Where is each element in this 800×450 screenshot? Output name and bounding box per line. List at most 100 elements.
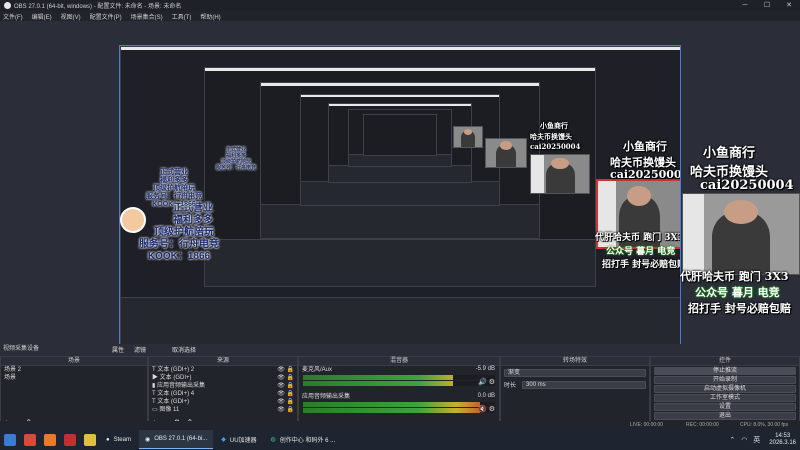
rec-status: REC: 00:00:00 (686, 422, 719, 428)
avatar (120, 207, 146, 233)
duration-input[interactable]: 300 ms (522, 380, 646, 389)
clock[interactable]: 14:53 2026.3.16 (769, 433, 796, 447)
visibility-icon[interactable]: 👁 🔒 (277, 398, 294, 406)
duration-row: 时长 300 ms (501, 378, 649, 391)
stop-stream-button[interactable]: 停止推流 (654, 367, 796, 375)
transitions-title: 转场特效 (501, 357, 649, 366)
sources-title: 来源 (149, 357, 297, 366)
window-titlebar: OBS 27.0.1 (64-bit, windows) - 配置文件: 未命名… (0, 0, 800, 11)
mixer-controls: 🔇 ⚙ (478, 405, 495, 413)
ime-indicator[interactable]: 英 (753, 435, 760, 445)
app-icon[interactable] (44, 433, 56, 446)
gear-icon[interactable]: ⚙ (489, 406, 495, 413)
minimize-icon[interactable]: ─ (734, 0, 756, 11)
promo-badge: 正式营业 福利多多 顶级护航陪玩 服务号：行舟电竞 KOOK：1866 (120, 203, 238, 263)
uu-icon: ◆ (221, 437, 226, 443)
menu-view[interactable]: 视图(V) (61, 12, 81, 21)
menu-tools[interactable]: 工具(T) (172, 12, 192, 21)
window-title: OBS 27.0.1 (64-bit, windows) - 配置文件: 未命名… (14, 4, 182, 10)
menu-edit[interactable]: 编辑(E) (32, 12, 52, 21)
badge-line-5: KOOK：1866 (147, 251, 211, 262)
mute-icon[interactable]: 🔇 (478, 406, 487, 413)
promo-copy-line-2: 公众号 暮月 电竞 (606, 247, 676, 257)
source-toolbar: 属性 滤镜 取消选择 (112, 345, 196, 354)
filters-button[interactable]: 滤镜 (134, 345, 146, 354)
badge-line-4: 服务号：行舟电竞 (139, 239, 219, 250)
gear-icon[interactable]: ⚙ (489, 379, 495, 386)
visibility-icon[interactable]: 👁 🔒 (277, 390, 294, 398)
folder-icon[interactable] (84, 433, 96, 446)
app-icon[interactable] (64, 433, 76, 446)
cancel-select-button[interactable]: 取消选择 (172, 345, 196, 354)
menu-file[interactable]: 文件(F) (3, 12, 23, 21)
sources-panel: 来源 T 文本 (GDI+) 2 👁 🔒 ▶ 文本 (GDI+) 👁 🔒 ▮ 应用音… (148, 356, 298, 428)
exit-button[interactable]: 退出 (654, 412, 796, 420)
mixer-channel: 应用音频输出采集 0.0 dB 🔇 ⚙ (299, 393, 499, 420)
status-bar: LIVE: 00:00:00 REC: 00:00:00 CPU: 8.0%, … (0, 421, 800, 429)
source-item[interactable]: ▶ 文本 (GDI+) 👁 🔒 (149, 374, 297, 382)
level-meter (303, 381, 495, 386)
badge-copy-line-5: KOOK：1866 (152, 201, 196, 208)
transitions-panel: 转场特效 渐变 时长 300 ms (500, 356, 650, 428)
taskbar-uu[interactable]: ◆ UU加速器 (215, 430, 262, 449)
channel-name: 麦克风/Aux (302, 367, 333, 373)
studio-mode-button[interactable]: 工作室模式 (654, 394, 796, 402)
promo-copy-line-1: 代肝哈夫币 跑门 3X3 (595, 233, 681, 243)
start-icon[interactable] (4, 433, 16, 446)
shop-text-line-1: 小鱼商行 (703, 146, 756, 161)
transition-type-select[interactable]: 渐变 (504, 369, 646, 377)
visibility-icon[interactable]: 👁 🔒 (277, 366, 294, 374)
source-item[interactable]: T 文本 (GDI+) 2 👁 🔒 (149, 366, 297, 374)
system-tray: ⌃ ◠ 英 14:53 2026.3.16 (726, 429, 796, 450)
channel-db: 0.0 dB (477, 393, 495, 399)
level-meter (303, 402, 495, 407)
scene-item[interactable]: 场景 2 (1, 366, 147, 374)
app-icon[interactable] (24, 433, 36, 446)
badge-copy2-line-4: 服务号：行舟电竞 (215, 165, 256, 171)
source-item[interactable]: T 文本 (GDI+) 4 👁 🔒 (149, 390, 297, 398)
preview-canvas[interactable]: 正式营业 福利多多 顶级护航陪玩 服务号：行舟电竞 KOOK：1866 正式营业… (119, 45, 681, 361)
properties-button[interactable]: 属性 (112, 345, 124, 354)
wifi-icon[interactable]: ◠ (741, 436, 747, 444)
date: 2026.3.16 (769, 439, 796, 446)
promo-badge-copy-1: 正式营业 福利多多 顶级护航陪玩 服务号：行舟电竞 KOOK：1866 (120, 169, 204, 209)
source-item[interactable]: ▭ 图像 11 👁 🔒 (149, 406, 297, 414)
close-icon[interactable]: ✕ (778, 0, 800, 11)
visibility-icon[interactable]: 👁 🔒 (277, 406, 294, 414)
shop-text-copy-line-1: 小鱼商行 (623, 140, 667, 153)
source-label: 图像 11 (159, 407, 180, 413)
source-item[interactable]: T 文本 (GDI+) 👁 🔒 (149, 398, 297, 406)
preview-area: 正式营业 福利多多 顶级护航陪玩 服务号：行舟电竞 KOOK：1866 正式营业… (0, 21, 800, 361)
taskbar-steam[interactable]: ● Steam (100, 430, 137, 449)
promo-copy-line-3: 招打手 封号必赔包赔 (602, 260, 681, 270)
visibility-icon[interactable]: 👁 🔒 (277, 382, 294, 390)
visibility-icon[interactable]: 👁 🔒 (277, 374, 294, 382)
settings-button[interactable]: 设置 (654, 403, 796, 411)
scene-item[interactable]: 场景 (1, 374, 147, 382)
promo-line-1: 代肝哈夫币 跑门 3X3 (680, 270, 789, 283)
menu-scene-collection[interactable]: 场景集合(S) (131, 12, 163, 21)
nested-window-7 (363, 114, 437, 156)
badge-copy-line-3: 顶级护航陪玩 (153, 185, 195, 192)
taskbar-obs[interactable]: ◉ OBS 27.0.1 (64-bi... (138, 430, 214, 449)
webcam-copy-2 (530, 154, 590, 194)
level-meter (303, 375, 495, 380)
maximize-icon[interactable]: ☐ (756, 0, 778, 11)
virtual-camera-button[interactable]: 启动虚拟摄像机 (654, 385, 796, 393)
source-label: 文本 (GDI+) (157, 399, 190, 405)
tray-chevron-icon[interactable]: ⌃ (729, 436, 735, 444)
taskbar-browser[interactable]: ◍ 创作中心 和码外 6 ... (265, 430, 342, 449)
windows-taskbar: ● Steam ◉ OBS 27.0.1 (64-bi... ◆ UU加速器 ◍ 创作中… (0, 429, 800, 450)
menu-profile[interactable]: 配置文件(P) (90, 12, 122, 21)
window-controls: ─ ☐ ✕ (734, 0, 800, 11)
start-recording-button[interactable]: 开始录制 (654, 376, 796, 384)
scenes-title: 场景 (1, 357, 147, 366)
task-label: 创作中心 和码外 6 ... (279, 438, 336, 444)
menu-help[interactable]: 帮助(H) (200, 12, 220, 21)
browser-icon: ◍ (270, 437, 276, 443)
volume-icon[interactable]: 🔊 (478, 379, 487, 386)
controls-title: 控件 (651, 357, 799, 366)
task-label: OBS 27.0.1 (64-bi... (154, 436, 208, 442)
audio-mixer-panel: 混音器 麦克风/Aux -5.9 dB 🔊 ⚙ 应用音频输出采集 0.0 dB … (298, 356, 500, 428)
source-item[interactable]: ▮ 应用音频输出采集 👁 🔒 (149, 382, 297, 390)
